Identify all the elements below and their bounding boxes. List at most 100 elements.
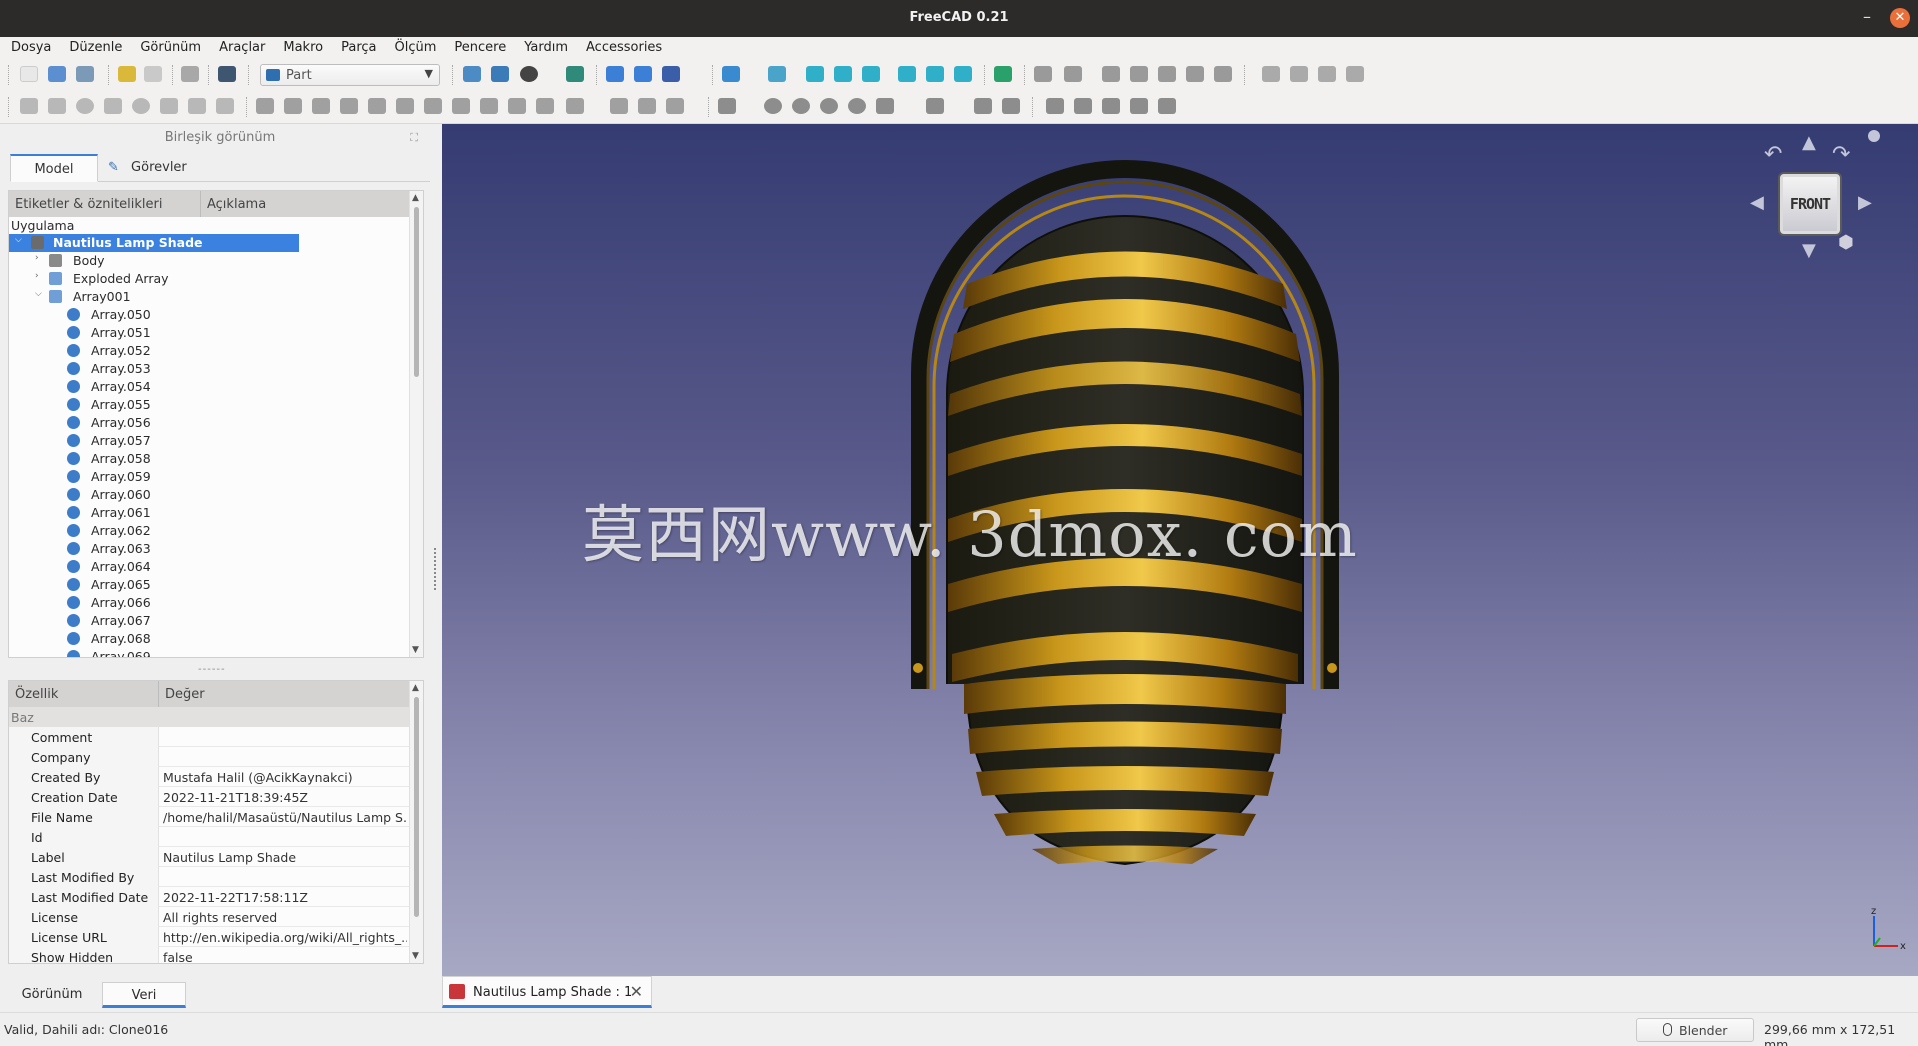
measure-clear-icon[interactable] <box>1130 66 1148 82</box>
save-icon[interactable] <box>76 66 94 82</box>
tab-model[interactable]: Model <box>10 154 98 182</box>
property-value[interactable]: Mustafa Halil (@AcikKaynakci) <box>163 770 407 785</box>
property-row[interactable]: Created By Mustafa Halil (@AcikKaynakci) <box>9 767 409 787</box>
new-document-icon[interactable] <box>20 66 38 82</box>
draw-style-icon[interactable] <box>520 66 538 82</box>
tab-veri[interactable]: Veri <box>102 982 186 1008</box>
measure-toggle-2-icon[interactable] <box>1158 98 1176 114</box>
redo-icon[interactable] <box>144 66 162 82</box>
primitives-icon[interactable] <box>188 98 206 114</box>
scroll-up-icon[interactable]: ▲ <box>412 193 419 203</box>
defeaturing-icon[interactable] <box>1002 98 1020 114</box>
property-value[interactable]: Nautilus Lamp Shade <box>163 850 407 865</box>
tube-icon[interactable] <box>160 98 178 114</box>
attachment-icon[interactable] <box>666 98 684 114</box>
main-splitter-handle[interactable] <box>434 548 438 590</box>
mirror-icon[interactable] <box>312 98 330 114</box>
thickness-icon[interactable] <box>610 98 628 114</box>
property-row[interactable]: Label Nautilus Lamp Shade <box>9 847 409 867</box>
chevron-down-icon[interactable]: ⌵ <box>35 289 42 299</box>
boolean-icon[interactable] <box>764 98 782 114</box>
menu-pencere[interactable]: Pencere <box>443 37 513 55</box>
navigation-cube[interactable]: ↶ ↷ ▲ ▼ ◀ ▶ FRONT ⬢ <box>1750 130 1880 282</box>
bottom-view-icon[interactable] <box>926 66 944 82</box>
menu-olcum[interactable]: Ölçüm <box>384 37 444 55</box>
minimize-button[interactable]: – <box>1856 6 1878 28</box>
property-row[interactable]: Comment <box>9 727 409 747</box>
arrow-right-icon[interactable]: ▶ <box>1858 192 1872 213</box>
menu-duzenle[interactable]: Düzenle <box>58 37 129 55</box>
chamfer-icon[interactable] <box>368 98 386 114</box>
cube-icon[interactable] <box>20 98 38 114</box>
measure-delta-icon[interactable] <box>1214 66 1232 82</box>
offset-icon[interactable] <box>566 98 584 114</box>
projection-icon[interactable] <box>638 98 656 114</box>
rotate-left-icon[interactable]: ↶ <box>1764 142 1782 167</box>
3d-view[interactable]: 莫西网www. 3dmox. com ↶ ↷ ▲ ▼ ◀ ▶ FRONT ⬢ z… <box>442 124 1918 976</box>
prop-header-name[interactable]: Özellik <box>9 681 159 707</box>
navcube-front-face[interactable]: FRONT <box>1778 172 1842 236</box>
mini-cube-icon[interactable]: ⬢ <box>1838 232 1854 253</box>
prop-header-value[interactable]: Değer <box>159 681 411 707</box>
property-row[interactable]: Show Hidden false <box>9 947 409 963</box>
measure-angular-icon[interactable] <box>1064 66 1082 82</box>
extrude-icon[interactable] <box>256 98 274 114</box>
menu-accessories[interactable]: Accessories <box>575 37 669 55</box>
property-value[interactable]: http://en.wikipedia.org/wiki/All_rights_… <box>163 930 407 945</box>
arrow-up-icon[interactable]: ▲ <box>1802 132 1816 153</box>
property-row[interactable]: File Name/home/halil/Masaüstü/Nautilus L… <box>9 807 409 827</box>
tab-gorevler[interactable]: ✎ Görevler <box>108 154 218 182</box>
navigation-style-button[interactable]: Blender <box>1636 1018 1754 1042</box>
refresh-icon[interactable] <box>181 66 199 82</box>
accessory-export-icon[interactable] <box>1318 66 1336 82</box>
rotate-right-icon[interactable]: ↷ <box>1832 142 1850 167</box>
scroll-up-icon[interactable]: ▲ <box>412 683 419 693</box>
document-tab[interactable]: Nautilus Lamp Shade : 1 ✕ <box>442 976 652 1008</box>
property-row[interactable]: License URL http://en.wikipedia.org/wiki/… <box>9 927 409 947</box>
measure-refresh-2-icon[interactable] <box>1102 98 1120 114</box>
forward-arrow-icon[interactable] <box>634 66 652 82</box>
scrollbar-thumb[interactable] <box>414 697 419 917</box>
measure-angle-icon[interactable] <box>1074 98 1092 114</box>
menu-dosya[interactable]: Dosya <box>0 37 58 55</box>
accessory-folder-icon[interactable] <box>1290 66 1308 82</box>
front-view-icon[interactable] <box>806 66 824 82</box>
accessory-1-icon[interactable] <box>1262 66 1280 82</box>
cylinder-icon[interactable] <box>48 98 66 114</box>
isometric-view-icon[interactable] <box>768 66 786 82</box>
chevron-right-icon[interactable]: › <box>35 253 39 263</box>
measure-tool-icon[interactable] <box>1046 98 1064 114</box>
tree-scrollbar[interactable]: ▲ ▼ <box>409 191 423 657</box>
accessory-edit-icon[interactable] <box>1346 66 1364 82</box>
measure-linear-icon[interactable] <box>1034 66 1052 82</box>
top-view-icon[interactable] <box>834 66 852 82</box>
property-value[interactable]: /home/halil/Masaüstü/Nautilus Lamp S... <box>163 810 407 825</box>
loft-icon[interactable] <box>452 98 470 114</box>
tree-header-description[interactable]: Açıklama <box>201 191 411 217</box>
right-view-icon[interactable] <box>862 66 880 82</box>
back-arrow-icon[interactable] <box>606 66 624 82</box>
property-row[interactable]: Creation Date 2022-11-21T18:39:45Z <box>9 787 409 807</box>
measure-toggle-icon[interactable] <box>1158 66 1176 82</box>
whats-this-icon[interactable] <box>218 66 236 82</box>
property-row[interactable]: Last Modified By <box>9 867 409 887</box>
chevron-right-icon[interactable]: › <box>35 271 39 281</box>
sphere-icon[interactable] <box>76 98 94 114</box>
rear-view-icon[interactable] <box>898 66 916 82</box>
compound-icon[interactable] <box>718 98 736 114</box>
property-value[interactable]: 2022-11-21T18:39:45Z <box>163 790 407 805</box>
fuse-icon[interactable] <box>820 98 838 114</box>
tree-header-labels[interactable]: Etiketler & öznitelikleri <box>9 191 201 217</box>
property-row[interactable]: Last Modified Date 2022-11-22T17:58:11Z <box>9 887 409 907</box>
arrow-down-icon[interactable]: ▼ <box>1802 240 1816 261</box>
tab-gorunum[interactable]: Görünüm <box>4 982 100 1008</box>
fillet-icon[interactable] <box>340 98 358 114</box>
props-scrollbar[interactable]: ▲ ▼ <box>409 681 423 963</box>
scroll-down-icon[interactable]: ▼ <box>412 951 419 961</box>
close-tab-icon[interactable]: ✕ <box>630 982 643 1001</box>
make-face-icon[interactable] <box>396 98 414 114</box>
common-icon[interactable] <box>848 98 866 114</box>
measure-refresh-icon[interactable] <box>1102 66 1120 82</box>
split-icon[interactable] <box>926 98 944 114</box>
measure-3d-icon[interactable] <box>1186 66 1204 82</box>
